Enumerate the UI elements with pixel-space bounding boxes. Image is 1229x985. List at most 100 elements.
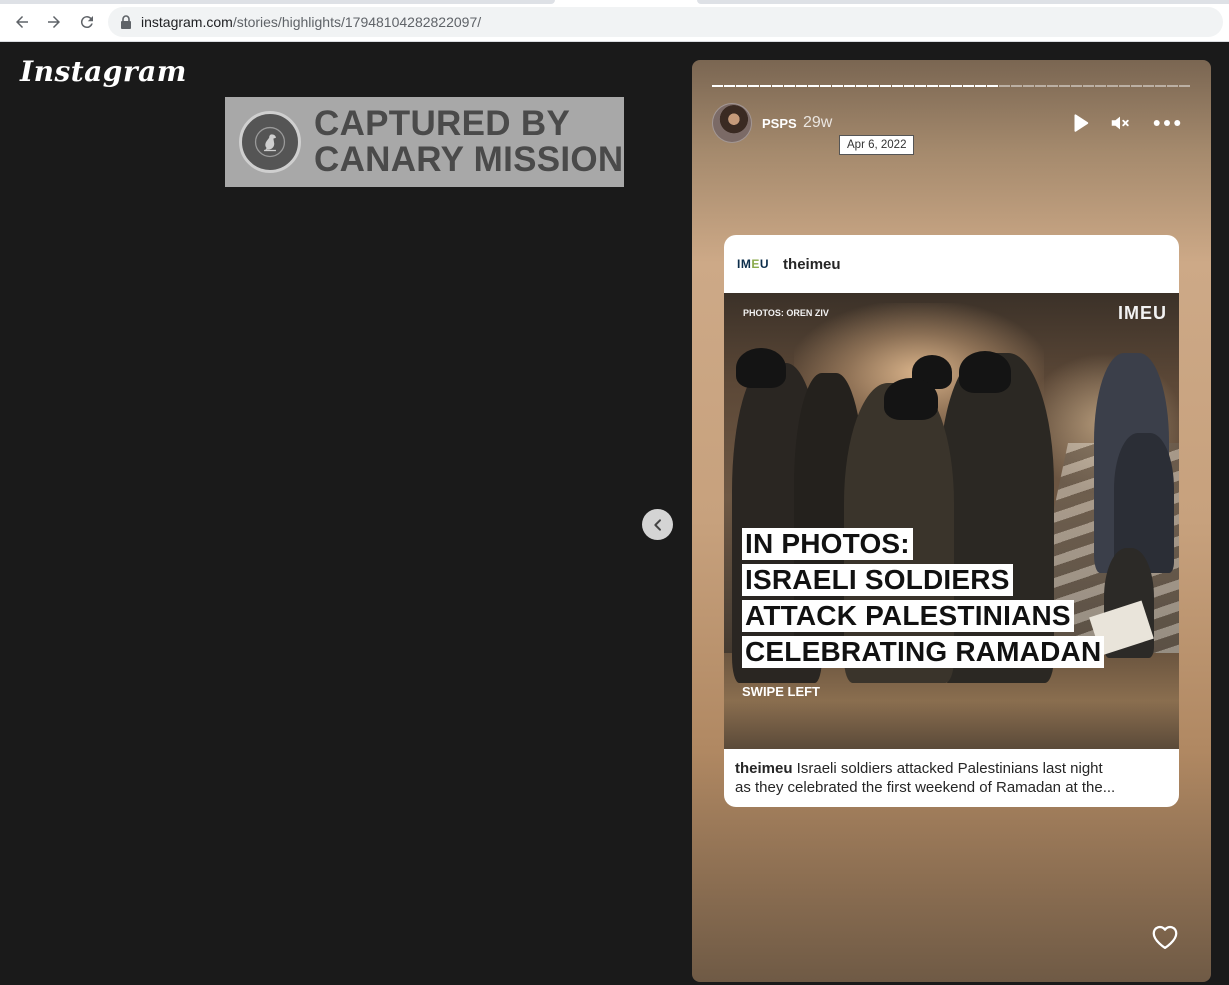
progress-segment xyxy=(1059,85,1071,87)
progress-segment xyxy=(903,85,915,87)
progress-segment xyxy=(1083,85,1094,87)
logo-prefix: IM xyxy=(737,257,752,271)
imeu-logo: IMEU xyxy=(737,257,769,271)
date-tooltip: Apr 6, 2022 xyxy=(839,135,915,155)
progress-segment xyxy=(1154,85,1166,87)
progress-segment xyxy=(891,85,903,87)
watermark-line-2: CANARY MISSION xyxy=(314,140,624,179)
progress-segment xyxy=(951,85,963,87)
progress-segment xyxy=(747,85,759,87)
heart-icon xyxy=(1152,925,1178,949)
progress-segment xyxy=(855,85,867,87)
story-time-ago[interactable]: 29w xyxy=(803,114,832,132)
chevron-left-icon xyxy=(653,518,661,531)
headline-line: ISRAELI SOLDIERS xyxy=(742,564,1013,596)
photo-credit: PHOTOS: OREN ZIV xyxy=(743,308,829,318)
progress-segment xyxy=(915,85,927,87)
like-button[interactable] xyxy=(1150,922,1180,950)
progress-segment xyxy=(927,85,939,87)
url-host: instagram.com xyxy=(141,14,233,30)
muted-speaker-icon xyxy=(1111,116,1129,130)
story-progress-bar xyxy=(712,85,1191,87)
avatar[interactable] xyxy=(712,103,752,143)
progress-segment xyxy=(1166,85,1178,87)
watermark-line-1: CAPTURED BY xyxy=(314,104,571,143)
more-icon xyxy=(1153,120,1181,126)
url-text: instagram.com/stories/highlights/1794810… xyxy=(141,14,481,30)
progress-segment xyxy=(1130,85,1142,87)
progress-segment xyxy=(939,85,951,87)
progress-segment xyxy=(1035,85,1047,87)
progress-segment xyxy=(819,85,831,87)
post-header: IMEU theimeu xyxy=(724,235,1179,293)
caption-username: theimeu xyxy=(735,760,793,777)
browser-toolbar: instagram.com/stories/highlights/1794810… xyxy=(0,0,1229,42)
headline-line: IN PHOTOS: xyxy=(742,528,913,560)
helmet-shape xyxy=(736,348,786,388)
post-photo: PHOTOS: OREN ZIV IMEU IN PHOTOS: ISRAELI … xyxy=(724,293,1179,749)
progress-segment xyxy=(831,85,843,87)
swipe-left-label: SWIPE LEFT xyxy=(742,684,820,699)
story-username[interactable]: PSPS xyxy=(762,116,797,131)
progress-segment xyxy=(879,85,891,87)
play-icon xyxy=(1074,114,1089,132)
progress-segment xyxy=(1118,85,1130,87)
progress-segment xyxy=(735,85,747,87)
play-button[interactable] xyxy=(1068,111,1092,135)
progress-segment xyxy=(987,85,999,87)
watermark-text: CAPTURED BY CANARY MISSION xyxy=(314,106,624,178)
progress-segment xyxy=(723,85,735,87)
progress-segment xyxy=(759,85,771,87)
progress-segment xyxy=(963,85,975,87)
progress-segment xyxy=(783,85,795,87)
progress-segment xyxy=(795,85,807,87)
lock-icon xyxy=(120,15,132,29)
caption-line-1: theimeu Israeli soldiers attacked Palest… xyxy=(735,759,1171,778)
caption-line-2: as they celebrated the first weekend of … xyxy=(735,779,1116,796)
headline: IN PHOTOS: ISRAELI SOLDIERS ATTACK PALESTI… xyxy=(742,528,1105,672)
post-username[interactable]: theimeu xyxy=(783,256,841,273)
progress-segment xyxy=(867,85,879,87)
headline-line: ATTACK PALESTINIANS xyxy=(742,600,1074,632)
progress-segment xyxy=(1142,85,1154,87)
headline-line: CELEBRATING RAMADAN xyxy=(742,636,1105,668)
logo-suffix: U xyxy=(759,257,770,271)
progress-segment xyxy=(843,85,855,87)
arrow-left-icon xyxy=(16,16,28,28)
progress-segment xyxy=(1011,85,1023,87)
reload-button[interactable] xyxy=(76,11,98,33)
progress-segment xyxy=(1178,85,1190,87)
progress-segment xyxy=(1023,85,1035,87)
back-button[interactable] xyxy=(11,11,33,33)
mute-button[interactable] xyxy=(1108,111,1132,135)
forward-button[interactable] xyxy=(43,11,65,33)
instagram-logo[interactable]: Instagram xyxy=(20,55,187,88)
url-path: /stories/highlights/17948104282822097/ xyxy=(232,14,482,30)
browser-tab-left[interactable] xyxy=(0,0,555,4)
browser-tab-right[interactable] xyxy=(697,0,1229,4)
helmet-shape xyxy=(884,378,938,420)
bird-logo-icon xyxy=(239,111,301,173)
progress-segment xyxy=(771,85,783,87)
arrow-right-icon xyxy=(48,16,60,28)
progress-segment xyxy=(999,85,1011,87)
previous-story-button[interactable] xyxy=(642,509,673,540)
reload-icon xyxy=(80,16,93,29)
progress-segment xyxy=(1071,85,1083,87)
caption-text-1: Israeli soldiers attacked Palestinians l… xyxy=(792,760,1103,777)
logo-accent: E xyxy=(751,257,760,271)
address-bar[interactable]: instagram.com/stories/highlights/1794810… xyxy=(108,7,1223,37)
watermark-banner: CAPTURED BY CANARY MISSION xyxy=(225,97,624,187)
progress-segment xyxy=(712,85,723,87)
helmet-shape xyxy=(959,351,1011,393)
photo-brand: IMEU xyxy=(1118,303,1167,323)
shared-post-card[interactable]: IMEU theimeu PHOTOS: OREN ZIV IMEU IN PH… xyxy=(724,235,1179,807)
post-caption[interactable]: theimeu Israeli soldiers attacked Palest… xyxy=(735,759,1171,797)
story-viewer[interactable]: PSPS 29w Apr 6, 2022 IMEU theimeu PHOTOS… xyxy=(692,60,1211,982)
progress-segment xyxy=(1095,85,1106,87)
more-options-button[interactable] xyxy=(1152,111,1182,135)
progress-segment xyxy=(975,85,987,87)
progress-segment xyxy=(1106,85,1118,87)
progress-segment xyxy=(1047,85,1059,87)
progress-segment xyxy=(807,85,819,87)
